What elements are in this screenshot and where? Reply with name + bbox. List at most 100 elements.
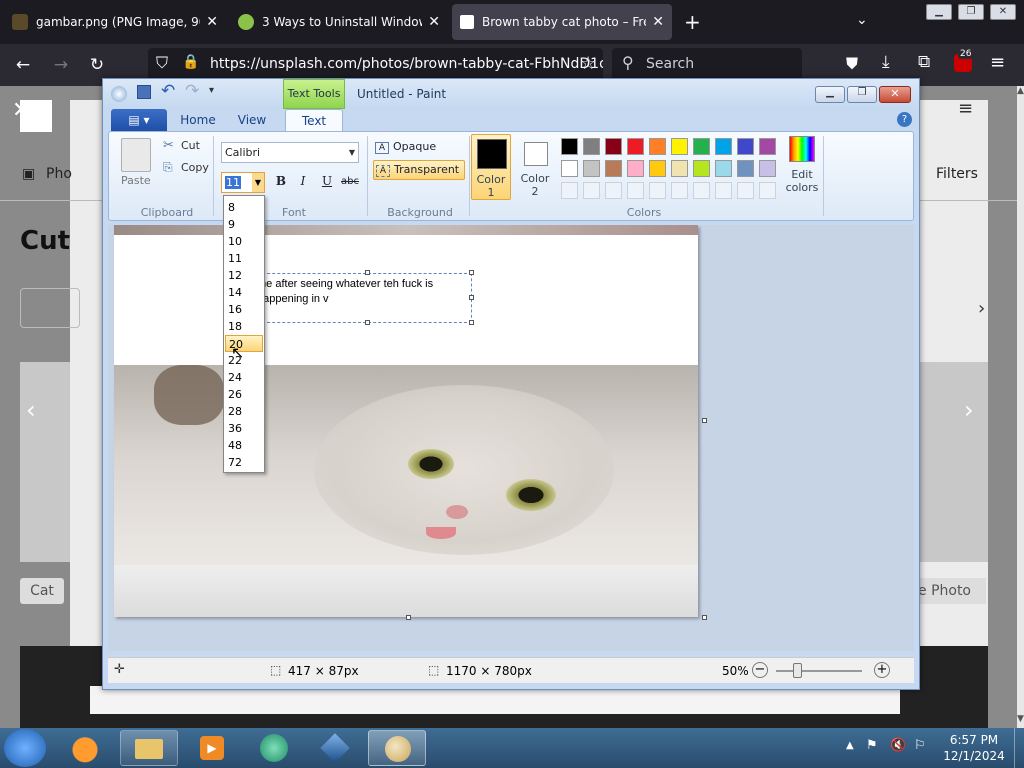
- flag-icon[interactable]: ⚐: [914, 738, 926, 753]
- color-swatch[interactable]: [671, 182, 688, 199]
- color1-button[interactable]: Color 1: [471, 134, 511, 200]
- close-window-button[interactable]: ✕: [990, 4, 1016, 20]
- tab-uninstall-windows[interactable]: 3 Ways to Uninstall Windows - ✕: [230, 4, 448, 40]
- tag-photo[interactable]: e Photo: [918, 578, 986, 604]
- customize-toolbar-icon[interactable]: ▾: [209, 85, 214, 96]
- reload-icon[interactable]: ↻: [84, 52, 110, 78]
- scroll-up-icon[interactable]: ▲: [1017, 86, 1024, 96]
- clock-date[interactable]: 12/1/2024: [940, 749, 1008, 763]
- font-size-option[interactable]: 8: [225, 199, 263, 216]
- tab-home[interactable]: Home: [173, 109, 223, 131]
- photos-nav-icon[interactable]: ▣: [22, 166, 35, 182]
- scroll-down-icon[interactable]: ▼: [1017, 714, 1024, 724]
- search-box[interactable]: [20, 288, 80, 328]
- font-size-option[interactable]: 26: [225, 386, 263, 403]
- extensions-icon[interactable]: ⧉: [918, 52, 930, 72]
- save-icon[interactable]: [137, 85, 151, 99]
- bookmark-star-icon[interactable]: ☆: [580, 53, 596, 74]
- font-size-option[interactable]: 16: [225, 301, 263, 318]
- font-size-option[interactable]: 24: [225, 369, 263, 386]
- font-size-option[interactable]: 48: [225, 437, 263, 454]
- color-swatch[interactable]: [693, 160, 710, 177]
- action-center-icon[interactable]: ⚑: [866, 738, 878, 753]
- font-size-option[interactable]: 36: [225, 420, 263, 437]
- virtualbox-taskbar-icon[interactable]: [306, 730, 364, 766]
- color-swatch[interactable]: [605, 160, 622, 177]
- strikethrough-button[interactable]: abc: [339, 176, 361, 192]
- color-swatch[interactable]: [715, 160, 732, 177]
- color-swatch[interactable]: [583, 160, 600, 177]
- color-swatch[interactable]: [671, 138, 688, 155]
- lock-icon[interactable]: 🔒: [182, 54, 199, 70]
- color-swatch[interactable]: [649, 138, 666, 155]
- photos-nav-label[interactable]: Pho: [46, 166, 72, 182]
- media-player-taskbar-icon[interactable]: ▶: [184, 730, 242, 766]
- color-swatch[interactable]: [693, 182, 710, 199]
- close-tab-icon[interactable]: ✕: [428, 14, 440, 30]
- resize-handle[interactable]: [365, 320, 370, 325]
- photo-thumbnail[interactable]: [918, 362, 988, 562]
- color-swatch[interactable]: [627, 138, 644, 155]
- shield-icon[interactable]: ⛉: [156, 53, 168, 73]
- color-swatch[interactable]: [693, 138, 710, 155]
- color-swatch[interactable]: [759, 138, 776, 155]
- app-taskbar-icon[interactable]: [246, 730, 304, 766]
- color-swatch[interactable]: [715, 138, 732, 155]
- chevron-down-icon[interactable]: ▼: [252, 173, 264, 192]
- paint-minimize-button[interactable]: ▁: [815, 86, 845, 103]
- color-swatch[interactable]: [583, 138, 600, 155]
- color-swatch[interactable]: [561, 182, 578, 199]
- back-arrow-icon[interactable]: ←: [10, 52, 36, 78]
- photo-thumbnail[interactable]: [20, 362, 70, 562]
- tag-cat[interactable]: Cat: [20, 578, 64, 604]
- underline-button[interactable]: U: [317, 174, 337, 192]
- list-all-tabs-chevron-icon[interactable]: ⌄: [856, 12, 868, 28]
- opaque-button[interactable]: A Opaque: [375, 138, 465, 156]
- italic-button[interactable]: I: [293, 174, 313, 192]
- tab-text[interactable]: Text: [285, 109, 343, 131]
- canvas-resize-handle[interactable]: [702, 615, 707, 620]
- canvas-resize-handle[interactable]: [406, 615, 411, 620]
- color-swatch[interactable]: [561, 138, 578, 155]
- font-size-option[interactable]: 9: [225, 216, 263, 233]
- text-box-selection[interactable]: me after seeing whatever teh fuck is hap…: [252, 273, 472, 323]
- redo-icon[interactable]: ↷: [185, 81, 199, 101]
- edit-colors-button[interactable]: Edit colors: [779, 136, 827, 200]
- bold-button[interactable]: B: [271, 174, 291, 192]
- start-button[interactable]: [4, 729, 46, 767]
- color-swatch[interactable]: [737, 182, 754, 199]
- resize-handle[interactable]: [469, 270, 474, 275]
- color-swatch[interactable]: [715, 182, 732, 199]
- chevron-right-icon[interactable]: ›: [978, 298, 985, 319]
- font-size-option[interactable]: 14: [225, 284, 263, 301]
- tab-gambar[interactable]: gambar.png (PNG Image, 907 × ✕: [4, 4, 226, 40]
- tab-brown-tabby-cat[interactable]: Brown tabby cat photo – Free A ✕: [452, 4, 672, 40]
- page-scrollbar[interactable]: ▲ ▼: [1017, 86, 1024, 728]
- close-tab-icon[interactable]: ✕: [652, 14, 664, 30]
- paste-button[interactable]: Paste: [121, 174, 151, 187]
- help-icon[interactable]: ?: [897, 112, 912, 127]
- color-swatch[interactable]: [605, 182, 622, 199]
- search-input[interactable]: ⚲ Search: [612, 48, 802, 80]
- zoom-in-button[interactable]: +: [874, 662, 890, 678]
- minimize-window-button[interactable]: ▁: [926, 4, 952, 20]
- explorer-taskbar-icon[interactable]: [120, 730, 178, 766]
- menu-hamburger-icon[interactable]: ≡: [990, 52, 1005, 73]
- color-swatch[interactable]: [627, 160, 644, 177]
- zoom-slider[interactable]: [776, 670, 862, 672]
- resize-handle[interactable]: [469, 295, 474, 300]
- forward-arrow-icon[interactable]: →: [48, 52, 74, 78]
- canvas-resize-handle[interactable]: [702, 418, 707, 423]
- font-size-option[interactable]: 12: [225, 267, 263, 284]
- color-swatch[interactable]: [759, 182, 776, 199]
- show-desktop-button[interactable]: [1014, 728, 1024, 768]
- font-family-select[interactable]: Calibri ▼: [221, 142, 359, 163]
- close-tab-icon[interactable]: ✕: [206, 14, 218, 30]
- show-hidden-icons-icon[interactable]: ▲: [846, 740, 854, 751]
- font-size-option[interactable]: 18: [225, 318, 263, 335]
- unsplash-logo-icon[interactable]: [20, 100, 52, 132]
- copy-button[interactable]: Copy: [181, 161, 209, 174]
- paint-maximize-button[interactable]: ❐: [847, 86, 877, 103]
- color-swatch[interactable]: [737, 160, 754, 177]
- prev-arrow-icon[interactable]: ‹: [26, 396, 36, 424]
